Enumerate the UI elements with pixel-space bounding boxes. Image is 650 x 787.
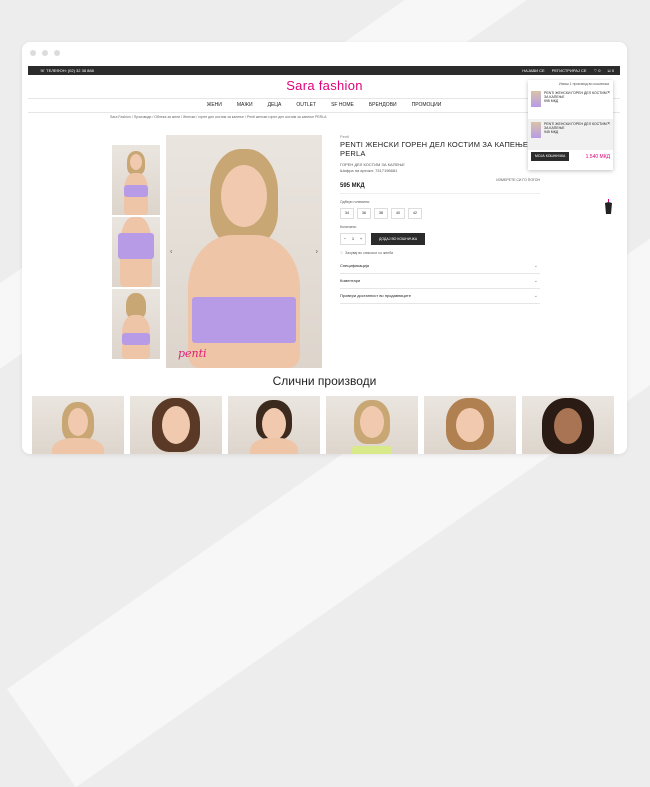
cart-item-image [531, 122, 541, 138]
chevron-left-icon[interactable]: ‹ [170, 248, 172, 255]
main-product-image[interactable]: ‹ › penti [166, 135, 322, 368]
product-brand: Penti [340, 134, 350, 139]
browser-window: ☏ ТЕЛЕФОН: (02) 32 38 888 НАЈАВИ СЕ РЕГИ… [22, 42, 627, 454]
wishlist-link[interactable]: ♡ 0 [594, 66, 601, 75]
similar-product-card[interactable] [228, 396, 320, 454]
breadcrumb[interactable]: Sara Fashion / Производи / Облека за жен… [110, 115, 326, 119]
cart-item-price: 945 МКД [544, 130, 559, 134]
nav-item-women[interactable]: ЖЕНИ [207, 99, 222, 112]
window-dots [30, 50, 60, 56]
size-option[interactable]: 34 [340, 208, 354, 219]
cart-item-image [531, 91, 541, 107]
nav-item-men[interactable]: МАЖИ [237, 99, 253, 112]
product-title: PENTI ЖЕНСКИ ГОРЕН ДЕЛ КОСТИМ ЗА КАПЕЊЕ … [340, 140, 529, 158]
penti-watermark: penti [178, 347, 207, 360]
similar-product-card[interactable] [424, 396, 516, 454]
thumbnail-side[interactable] [112, 217, 160, 287]
cart-item: PENTI ЖЕНСКИ ГОРЕН ДЕЛ КОСТИМ ЗА КАПЕЊЕ … [528, 119, 613, 150]
size-guide-link[interactable]: ИЗМЕРЕТЕ СИ ГО ПОГОН [496, 178, 540, 182]
cart-popup: Имаш 1 производ во кошничка PENTI ЖЕНСКИ… [528, 80, 613, 170]
size-label: Одбери големина: [340, 200, 370, 204]
accordion-label: Спецификација [340, 263, 370, 268]
qty-minus-button[interactable]: − [341, 234, 349, 244]
similar-product-card[interactable] [326, 396, 418, 454]
bag-icon: ⊔ [607, 68, 611, 73]
size-selector: 34 36 38 40 42 [340, 208, 540, 219]
wishlist-count: 0 [598, 68, 601, 73]
nav-item-home[interactable]: SF HOME [331, 99, 354, 112]
add-to-cart-button[interactable]: ДОДАЈ ВО КОШНИЧКА [371, 233, 426, 245]
chevron-down-icon: ⌄ [533, 278, 538, 284]
qty-plus-button[interactable]: + [357, 234, 365, 244]
accordion-label: Провери достапност во продавниците [340, 293, 411, 298]
nav-item-outlet[interactable]: OUTLET [296, 99, 316, 112]
product-subtitle: ГОРЕН ДЕЛ КОСТИМ ЗА КАПЕЊЕ [340, 162, 405, 167]
size-option[interactable]: 36 [357, 208, 371, 219]
cart-item-price: 595 МКД [544, 99, 559, 103]
accordion-specification[interactable]: Спецификација ⌄ [340, 259, 540, 274]
accordion-label: Коментари [340, 278, 361, 283]
similar-product-card[interactable] [130, 396, 222, 454]
accordion-store-availability[interactable]: Провери достапност во продавниците ⌄ [340, 289, 540, 304]
size-option[interactable]: 38 [374, 208, 388, 219]
thumbnail-back[interactable] [112, 289, 160, 359]
wishlist-link[interactable]: ♡ Зачувај во списокот со желби [340, 251, 540, 255]
cart-popup-footer: МОЈА КОШНИЧКА 1.540 МКД [528, 152, 613, 161]
phone-icon: ☏ [40, 68, 46, 73]
similar-product-card[interactable] [32, 396, 124, 454]
heart-icon: ♡ [593, 68, 598, 73]
cart-count: 0 [611, 68, 614, 73]
cart-item-name: PENTI ЖЕНСКИ ГОРЕН ДЕЛ КОСТИМ ЗА КАПЕЊЕ [544, 122, 607, 130]
similar-product-card[interactable] [522, 396, 614, 454]
top-bar: ☏ ТЕЛЕФОН: (02) 32 38 888 НАЈАВИ СЕ РЕГИ… [28, 66, 620, 75]
hanger-icon[interactable] [604, 199, 613, 214]
quantity-row: − 1 + ДОДАЈ ВО КОШНИЧКА [340, 233, 540, 245]
close-icon[interactable]: × [607, 90, 610, 96]
chevron-down-icon: ⌄ [533, 263, 538, 269]
cart-item-name: PENTI ЖЕНСКИ ГОРЕН ДЕЛ КОСТИМ ЗА КАПЕЊЕ [544, 91, 607, 99]
nav-item-brands[interactable]: БРЕНДОВИ [369, 99, 397, 112]
cart-popup-header: Имаш 1 производ во кошничка [559, 82, 609, 86]
chevron-right-icon[interactable]: › [316, 248, 318, 255]
phone-contact[interactable]: ☏ ТЕЛЕФОН: (02) 32 38 888 [40, 66, 94, 75]
cart-item: PENTI ЖЕНСКИ ГОРЕН ДЕЛ КОСТИМ ЗА КАПЕЊЕ … [528, 88, 613, 119]
quantity-stepper: − 1 + [340, 233, 366, 245]
similar-products-title: Слични производи [272, 374, 377, 388]
quantity-label: Количина: [340, 225, 357, 229]
login-link[interactable]: НАЈАВИ СЕ [522, 66, 544, 75]
close-icon[interactable]: × [607, 121, 610, 127]
my-cart-button[interactable]: МОЈА КОШНИЧКА [531, 152, 570, 161]
product-info: Penti PENTI ЖЕНСКИ ГОРЕН ДЕЛ КОСТИМ ЗА К… [340, 134, 540, 304]
size-option[interactable]: 40 [391, 208, 405, 219]
similar-products-row [32, 396, 614, 454]
cart-total: 1.540 МКД [585, 153, 610, 160]
account-links: НАЈАВИ СЕ РЕГИСТРИРАЈ СЕ ♡ 0 ⊔ 0 [522, 66, 614, 75]
cart-link[interactable]: ⊔ 0 [608, 66, 614, 75]
qty-value[interactable]: 1 [349, 234, 357, 244]
register-link[interactable]: РЕГИСТРИРАЈ СЕ [552, 66, 587, 75]
nav-item-kids[interactable]: ДЕЦА [268, 99, 282, 112]
size-option[interactable]: 42 [408, 208, 422, 219]
thumbnail-list [112, 145, 160, 361]
nav-item-promotions[interactable]: ПРОМОЦИИ [412, 99, 442, 112]
product-sku: Шифра на артикл: 7317196681 [340, 168, 398, 173]
heart-icon: ♡ [340, 251, 344, 255]
chevron-down-icon: ⌄ [533, 293, 538, 299]
wishlist-text: Зачувај во списокот со желби [345, 251, 394, 255]
product-price: 595 МКД [340, 183, 365, 189]
thumbnail-front[interactable] [112, 145, 160, 215]
phone-text: ТЕЛЕФОН: (02) 32 38 888 [46, 68, 94, 73]
accordion-comments[interactable]: Коментари ⌄ [340, 274, 540, 289]
